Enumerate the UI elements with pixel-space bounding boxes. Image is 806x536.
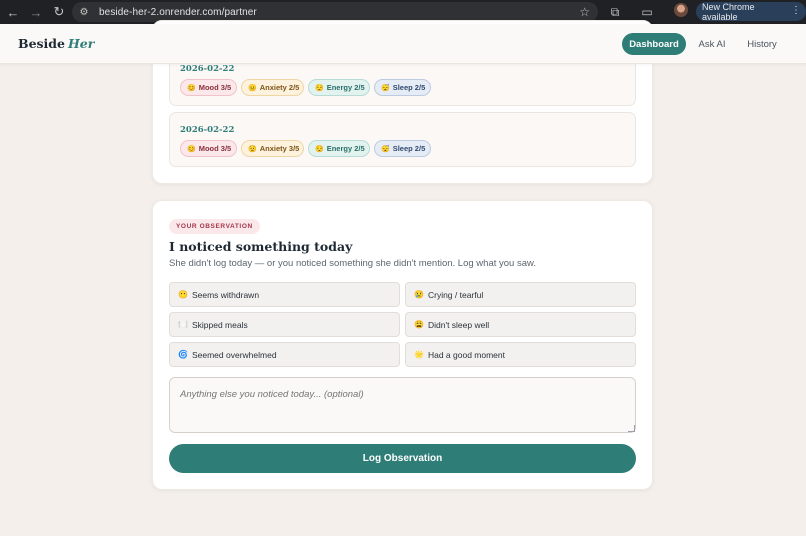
option-label: Skipped meals — [191, 319, 248, 330]
energy-pill: 😌 Energy 2/5 — [308, 140, 370, 157]
nav-dashboard[interactable]: Dashboard — [622, 33, 686, 55]
log-observation-button[interactable]: Log Observation — [169, 444, 636, 473]
energy-icon: 😌 — [315, 145, 324, 153]
anxiety-icon: 😐 — [248, 84, 257, 92]
sleep-label: Sleep 2/5 — [392, 144, 426, 153]
spiral-icon: 🌀 — [178, 350, 188, 359]
sleep-pill: 😴 Sleep 2/5 — [374, 140, 431, 157]
sleep-pill: 😴 Sleep 2/5 — [374, 79, 431, 96]
tired-icon: 😩 — [414, 320, 424, 329]
mood-label: Mood 3/5 — [198, 144, 232, 153]
url-text[interactable]: beside-her-2.onrender.com/partner — [99, 7, 257, 18]
star-icon: 🌟 — [414, 350, 424, 359]
logo[interactable]: Beside Her — [18, 36, 94, 51]
mood-icon: 😊 — [187, 145, 196, 153]
energy-icon: 😌 — [315, 84, 324, 92]
anxiety-label: Anxiety 2/5 — [259, 83, 300, 92]
observation-title: I noticed something today — [169, 239, 353, 254]
energy-label: Energy 2/5 — [326, 144, 365, 153]
option-label: Seems withdrawn — [191, 289, 260, 300]
observation-notes-input[interactable] — [169, 377, 636, 433]
option-label: Crying / tearful — [427, 289, 484, 300]
log-date: 2026-02-22 — [180, 64, 235, 74]
address-bar[interactable]: ⚙ beside-her-2.onrender.com/partner ☆ — [72, 2, 598, 22]
observation-tag: YOUR OBSERVATION — [169, 219, 260, 234]
sleep-icon: 😴 — [381, 84, 390, 92]
media-icon[interactable]: ▭ — [638, 3, 656, 21]
option-seemed-overwhelmed[interactable]: 🌀 Seemed overwhelmed — [169, 342, 400, 367]
observation-subtitle: She didn't log today — or you noticed so… — [169, 258, 536, 269]
mood-icon: 😊 — [187, 84, 196, 92]
mood-pill: 😊 Mood 3/5 — [180, 79, 237, 96]
option-crying-tearful[interactable]: 😢 Crying / tearful — [405, 282, 636, 307]
log-date: 2026-02-22 — [180, 125, 235, 135]
forward-arrow-icon[interactable]: → — [26, 2, 46, 22]
option-label: Didn't sleep well — [427, 319, 490, 330]
nav-ask-ai[interactable]: Ask AI — [692, 33, 732, 55]
crying-icon: 😢 — [414, 290, 424, 299]
mood-pill: 😊 Mood 3/5 — [180, 140, 237, 157]
extensions-icon[interactable]: ⧉ — [606, 3, 624, 21]
chrome-update-button[interactable]: New Chrome available ⋮ — [696, 1, 806, 22]
sleep-icon: 😴 — [381, 145, 390, 153]
update-label: New Chrome available — [702, 1, 755, 22]
plate-icon: 🍽️ — [178, 320, 188, 329]
site-info-icon[interactable]: ⚙ — [78, 6, 90, 18]
logo-accent: Her — [68, 36, 95, 51]
sleep-label: Sleep 2/5 — [392, 83, 426, 92]
option-label: Had a good moment — [427, 349, 505, 360]
anxiety-pill: 😟 Anxiety 3/5 — [241, 140, 304, 157]
option-label: Seemed overwhelmed — [191, 349, 277, 360]
mood-label: Mood 3/5 — [198, 83, 232, 92]
app-header: Beside Her Dashboard Ask AI History — [0, 24, 806, 64]
anxiety-pill: 😐 Anxiety 2/5 — [241, 79, 304, 96]
nav-history[interactable]: History — [740, 33, 784, 55]
anxiety-icon: 😟 — [248, 145, 257, 153]
anxiety-label: Anxiety 3/5 — [259, 144, 300, 153]
option-didnt-sleep-well[interactable]: 😩 Didn't sleep well — [405, 312, 636, 337]
withdrawn-icon: 😶 — [178, 290, 188, 299]
energy-pill: 😌 Energy 2/5 — [308, 79, 370, 96]
reload-icon[interactable]: ↻ — [49, 2, 69, 22]
energy-label: Energy 2/5 — [326, 83, 365, 92]
menu-dots-icon[interactable]: ⋮ — [791, 5, 801, 16]
option-skipped-meals[interactable]: 🍽️ Skipped meals — [169, 312, 400, 337]
resize-handle-icon[interactable] — [628, 425, 635, 432]
bookmark-star-icon[interactable]: ☆ — [579, 5, 590, 19]
profile-avatar[interactable] — [674, 3, 688, 17]
log-entry: 2026-02-22 😊 Mood 3/5 😟 Anxiety 3/5 😌 Energ… — [169, 112, 636, 167]
back-arrow-icon[interactable]: ← — [3, 2, 23, 22]
option-had-a-good-moment[interactable]: 🌟 Had a good moment — [405, 342, 636, 367]
option-seems-withdrawn[interactable]: 😶 Seems withdrawn — [169, 282, 400, 307]
logo-main: Beside — [18, 36, 65, 51]
